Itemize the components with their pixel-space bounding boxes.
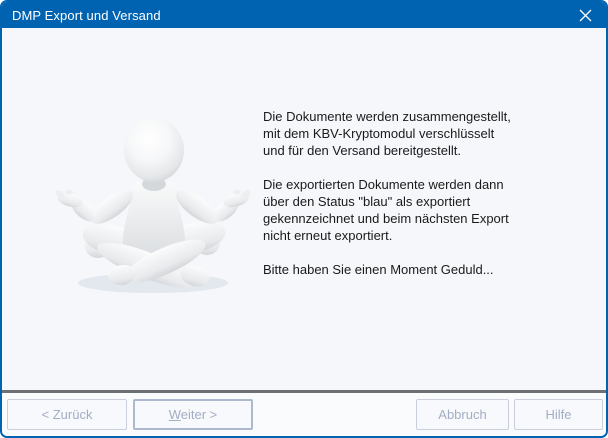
meditating-figure-illustration [50,94,255,309]
next-button[interactable]: Weiter > [133,399,253,430]
back-button-label: < Zurück [42,407,93,422]
next-button-label: Weiter > [169,407,218,422]
close-button[interactable] [564,2,606,28]
button-bar: < Zurück Weiter > Abbruch Hilfe [2,393,606,436]
paragraph-status: Die exportierten Dokumente werden dann ü… [263,176,597,244]
close-icon [579,9,592,22]
cancel-button[interactable]: Abbruch [416,399,509,430]
paragraph-wait: Bitte haben Sie einen Moment Geduld... [263,261,597,278]
dmp-export-dialog: DMP Export und Versand [0,0,608,438]
paragraph-assemble: Die Dokumente werden zusammengestellt, m… [263,108,597,159]
window-title: DMP Export und Versand [12,8,161,23]
back-button[interactable]: < Zurück [7,399,127,430]
text-block: Die Dokumente werden zusammengestellt, m… [263,108,597,295]
help-button[interactable]: Hilfe [514,399,603,430]
titlebar: DMP Export und Versand [2,2,606,28]
help-button-label: Hilfe [545,407,571,422]
dialog-content: Die Dokumente werden zusammengestellt, m… [2,28,606,390]
cancel-button-label: Abbruch [438,407,486,422]
